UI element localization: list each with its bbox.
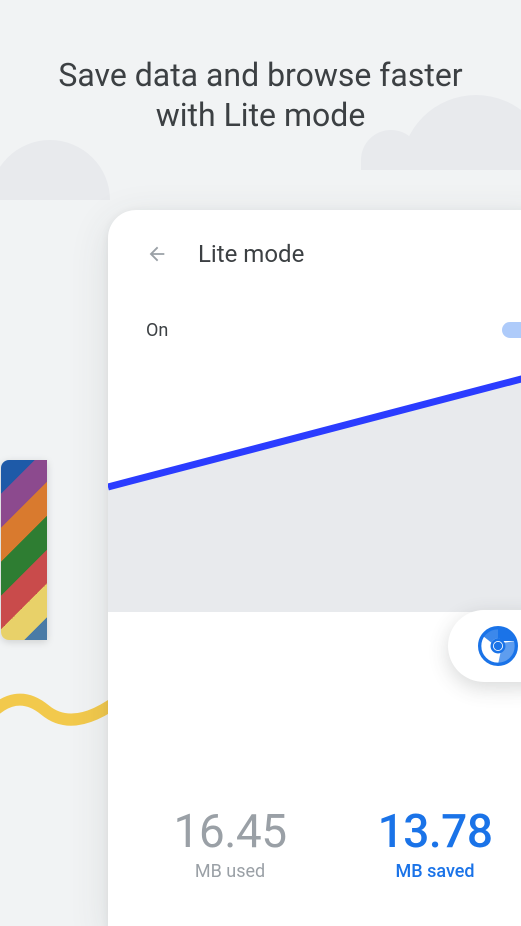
article-thumbnail (1, 460, 47, 640)
toggle-label: On (146, 320, 168, 341)
lite-mode-switch[interactable] (502, 316, 521, 344)
chart-line (108, 372, 521, 612)
stat-used: 16.45 MB used (174, 805, 287, 882)
stat-saved: 13.78 MB saved (378, 805, 493, 882)
page-headline: Save data and browse faster with Lite mo… (0, 55, 521, 135)
chrome-icon (478, 626, 518, 666)
stat-used-value: 16.45 (174, 805, 287, 859)
cloud-decoration (0, 140, 110, 200)
stat-used-label: MB used (174, 861, 287, 882)
lite-mode-panel: Lite mode On 16.45 MB used (108, 210, 521, 926)
lite-mode-toggle-row[interactable]: On (108, 288, 521, 372)
chrome-chip[interactable] (448, 610, 521, 682)
data-stats: 16.45 MB used 13.78 MB saved (108, 805, 521, 882)
app-bar: Lite mode (108, 210, 521, 288)
stat-saved-value: 13.78 (378, 805, 493, 859)
switch-track (502, 322, 521, 338)
data-savings-chart (108, 372, 521, 612)
app-bar-title: Lite mode (198, 240, 304, 268)
stat-saved-label: MB saved (378, 861, 493, 882)
back-arrow-icon[interactable] (146, 243, 168, 265)
